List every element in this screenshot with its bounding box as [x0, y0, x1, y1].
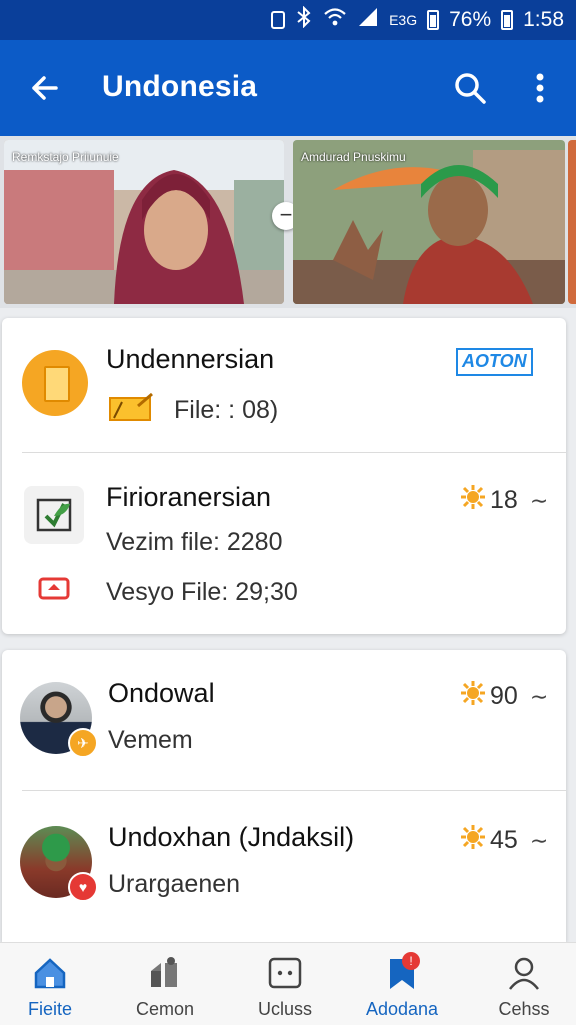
nav-home[interactable]: Fieite	[0, 943, 100, 1025]
nav-label: Ucluss	[257, 999, 312, 1019]
nav-label: Cehss	[498, 999, 550, 1019]
leaf-check-icon[interactable]	[24, 486, 84, 544]
nav-bookmark[interactable]: Adodana	[352, 943, 452, 1025]
video-thumbnail-partial[interactable]	[568, 140, 576, 304]
item-title[interactable]: Undennersian	[106, 344, 274, 375]
search-icon[interactable]	[450, 68, 490, 108]
more-vertical-icon[interactable]	[520, 68, 560, 108]
contact-name[interactable]: Undoxhan (Jndaksil)	[108, 822, 354, 853]
calendar-icon	[38, 576, 70, 600]
notification-dot: !	[402, 952, 420, 970]
battery-percent: 76%	[449, 8, 492, 31]
network-type: E3G	[389, 12, 418, 28]
sim-icon	[271, 11, 286, 29]
rating-count: 45	[490, 826, 518, 854]
rating-count: 90	[490, 682, 518, 710]
charging-battery-icon	[501, 10, 514, 30]
sun-icon	[460, 484, 486, 517]
plane-icon: ✈	[68, 728, 98, 758]
chevron-down-icon[interactable]: ∼	[530, 828, 548, 854]
contact-name[interactable]: Ondowal	[108, 678, 215, 709]
rating[interactable]: 90 ∼	[460, 680, 548, 713]
bluetooth-icon	[295, 5, 313, 34]
file-info: File: : 08)	[108, 392, 278, 429]
nav-label: Cemon	[135, 999, 195, 1019]
clock: 1:58	[523, 8, 564, 31]
chevron-down-icon[interactable]: ∼	[530, 488, 548, 514]
person-icon	[506, 955, 542, 991]
video-thumbnail[interactable]: Amdurad Pnuskimu	[293, 140, 565, 304]
rating[interactable]: 45 ∼	[460, 824, 548, 857]
divider	[22, 790, 566, 791]
file-line: File: : 08)	[174, 396, 279, 424]
divider	[22, 452, 566, 453]
rating-count: 18	[490, 486, 518, 514]
sun-icon	[460, 824, 486, 857]
file-card: Undennersian AOTON File: : 08) Firiorane…	[2, 318, 566, 634]
arrow-left-icon[interactable]	[26, 68, 66, 108]
contact-subtitle: Vemem	[108, 726, 193, 754]
item-line: Vesyo File: 29;30	[106, 578, 298, 606]
nav-profile[interactable]: Cehss	[474, 943, 574, 1025]
document-icon[interactable]	[22, 350, 88, 416]
status-bar: E3G 76% 1:58	[0, 0, 576, 40]
contacts-card: ✈ Ondowal Vemem 90 ∼ ♥ Undoxhan (Jndaksi…	[2, 650, 566, 942]
chevron-down-icon[interactable]: ∼	[530, 684, 548, 710]
heart-icon: ♥	[68, 872, 98, 902]
nav-label: Fieite	[27, 999, 72, 1019]
video-caption: Amdurad Pnuskimu	[301, 150, 406, 164]
battery-icon	[427, 10, 440, 30]
signal-icon	[357, 7, 379, 33]
video-strip[interactable]: Remkstajo Priiunuie − Amdurad Pnuskimu	[0, 136, 576, 308]
video-caption: Remkstajo Priiunuie	[12, 150, 119, 164]
rating[interactable]: 18 ∼	[460, 484, 548, 517]
app-bar: Undonesia	[0, 40, 576, 136]
bottom-navigation: Fieite Cemon Ucluss Adodana Cehss	[0, 942, 576, 1025]
nav-chat[interactable]: Ucluss	[235, 943, 335, 1025]
folder-pencil-icon	[108, 392, 156, 429]
chat-box-icon	[267, 955, 303, 991]
community-icon	[147, 955, 183, 991]
contact-subtitle: Urargaenen	[108, 870, 241, 898]
home-icon	[32, 955, 68, 991]
page-title: Undonesia	[102, 70, 258, 103]
video-thumbnail[interactable]: Remkstajo Priiunuie	[4, 140, 284, 304]
wifi-icon	[323, 7, 347, 33]
item-line: Vezim file: 2280	[106, 528, 283, 556]
sun-icon	[460, 680, 486, 713]
nav-label: Adodana	[365, 999, 439, 1019]
item-title[interactable]: Firioranersian	[106, 482, 271, 513]
brand-badge: AOTON	[456, 348, 533, 376]
nav-community[interactable]: Cemon	[115, 943, 215, 1025]
